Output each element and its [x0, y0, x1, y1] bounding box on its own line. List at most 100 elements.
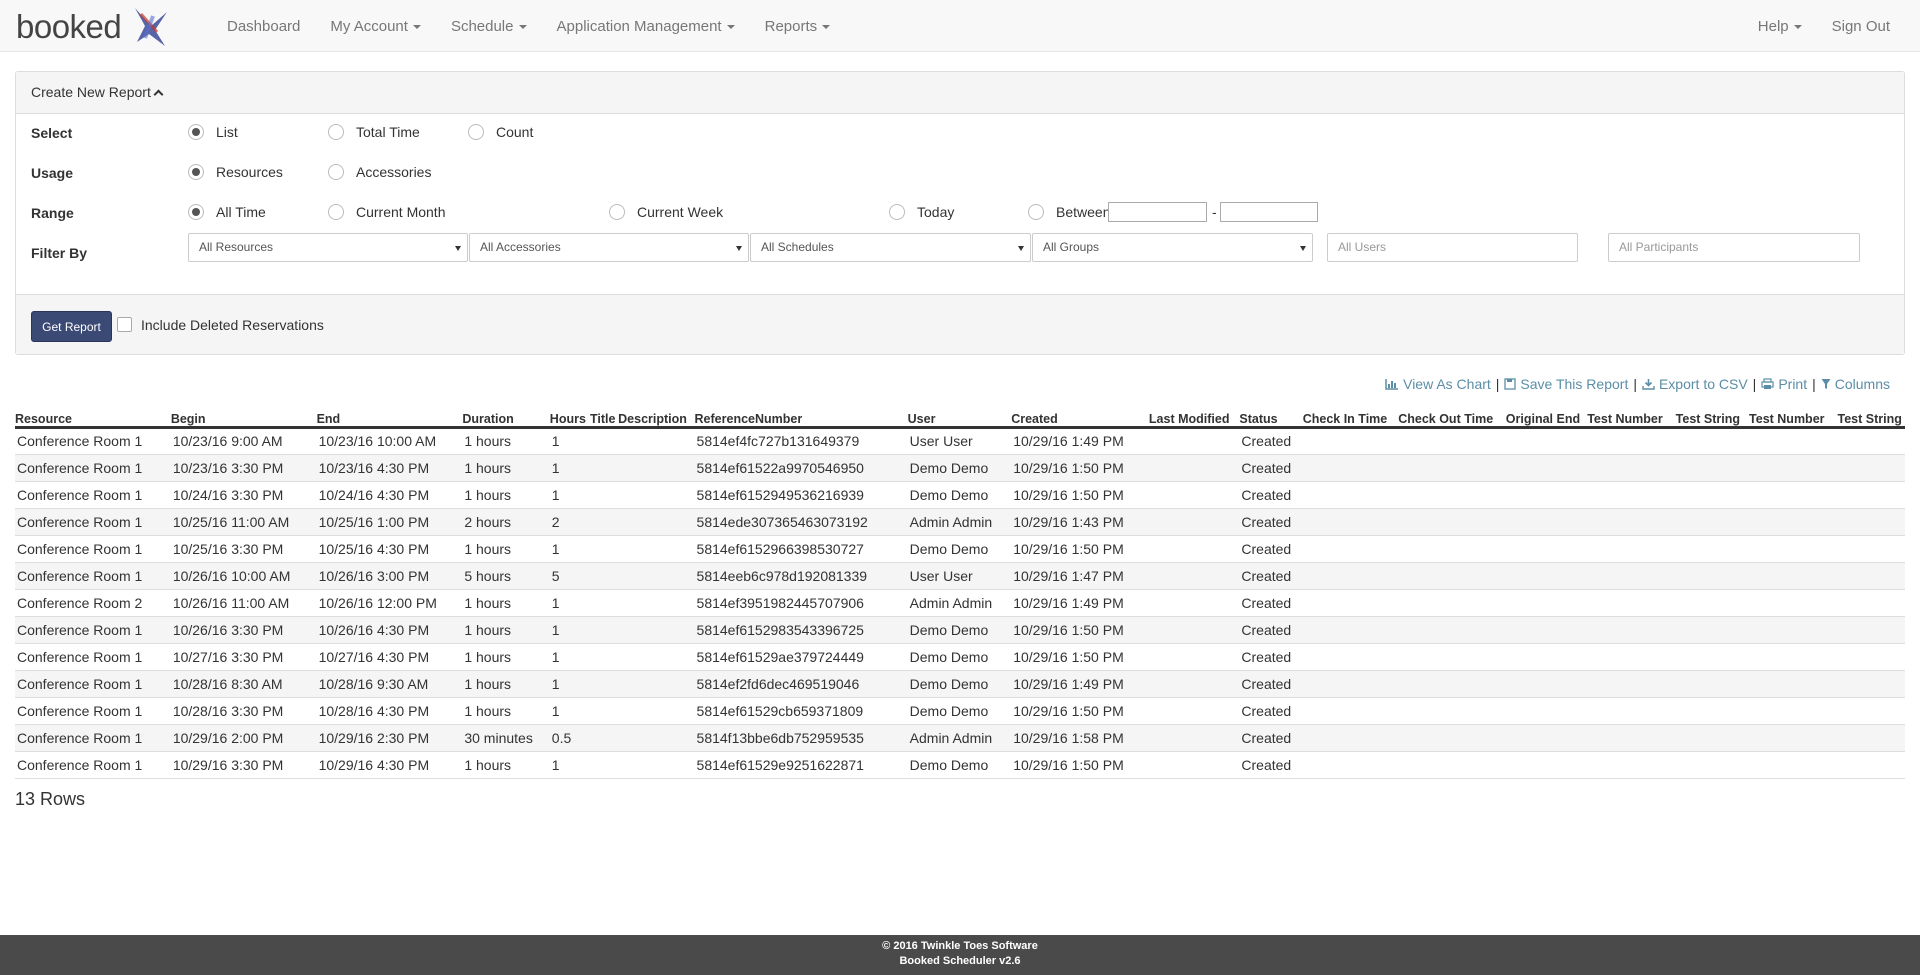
column-header[interactable]: Test String: [1675, 407, 1750, 429]
radio-button-checked[interactable]: [188, 124, 204, 140]
print-link[interactable]: Print: [1761, 376, 1807, 392]
column-header[interactable]: Test Number: [1587, 407, 1676, 429]
table-cell: [1837, 508, 1905, 536]
radio-button-checked[interactable]: [188, 164, 204, 180]
nav-dashboard[interactable]: Dashboard: [212, 18, 315, 35]
column-header[interactable]: Resource: [15, 407, 171, 429]
table-row: Conference Room 1 10/25/16 3:30 PM 10/25/1…: [15, 535, 1905, 563]
radio-list-label: List: [216, 124, 238, 140]
table-cell: [1148, 670, 1240, 698]
schedules-select[interactable]: All Schedules: [750, 233, 1031, 262]
column-header[interactable]: Test String: [1837, 407, 1905, 429]
radio-today[interactable]: Today: [889, 204, 954, 220]
save-report-link[interactable]: Save This Report: [1504, 376, 1628, 392]
column-header[interactable]: Title: [590, 407, 619, 429]
column-header[interactable]: Check In Time: [1302, 407, 1399, 429]
table-cell: [618, 589, 695, 617]
table-cell: 1 hours: [462, 454, 550, 482]
table-header-row: Resource Begin End Duration Hours Title Descri…: [15, 407, 1905, 429]
create-report-heading[interactable]: Create New Report: [16, 72, 1904, 114]
radio-resources[interactable]: Resources: [188, 164, 283, 180]
report-table: Resource Begin End Duration Hours Title Descri…: [15, 407, 1905, 779]
footer-copyright: © 2016 Twinkle Toes Software: [882, 940, 1038, 952]
nav-schedule[interactable]: Schedule: [436, 18, 542, 35]
radio-total-time[interactable]: Total Time: [328, 124, 420, 140]
include-deleted-label: Include Deleted Reservations: [141, 317, 324, 333]
radio-button[interactable]: [468, 124, 484, 140]
table-cell: 1: [549, 670, 590, 698]
column-header[interactable]: Status: [1239, 407, 1303, 429]
view-as-chart-link[interactable]: View As Chart: [1385, 376, 1491, 392]
table-cell: [1148, 481, 1240, 509]
nav-application-management[interactable]: Application Management: [542, 18, 750, 35]
table-cell: [1302, 481, 1399, 509]
range-end-date-input[interactable]: [1220, 202, 1318, 222]
main-nav: Dashboard My Account Schedule Applicatio…: [212, 0, 845, 52]
table-cell: [1675, 589, 1750, 617]
column-header[interactable]: Original End: [1505, 407, 1588, 429]
include-deleted-checkbox[interactable]: [117, 317, 132, 332]
accessories-select[interactable]: All Accessories: [469, 233, 749, 262]
column-header[interactable]: Begin: [170, 407, 317, 429]
radio-button[interactable]: [328, 124, 344, 140]
table-cell: 10/23/16 3:30 PM: [170, 454, 317, 482]
table-cell: 10/24/16 3:30 PM: [170, 481, 317, 509]
radio-button[interactable]: [1028, 204, 1044, 220]
table-cell: [1587, 616, 1676, 644]
column-header[interactable]: Last Modified: [1148, 407, 1240, 429]
export-csv-link[interactable]: Export to CSV: [1642, 376, 1748, 392]
column-header[interactable]: Hours: [549, 407, 590, 429]
columns-link[interactable]: Columns: [1821, 376, 1890, 392]
nav-reports[interactable]: Reports: [750, 18, 846, 35]
table-cell: [1148, 508, 1240, 536]
table-cell: [590, 481, 619, 509]
download-icon: [1642, 379, 1655, 390]
dropdown-arrow-icon: [1018, 246, 1024, 251]
table-cell: Created: [1239, 643, 1303, 671]
table-cell: [1587, 454, 1676, 482]
page-footer: © 2016 Twinkle Toes Software Booked Sche…: [0, 935, 1920, 975]
users-input[interactable]: All Users: [1327, 233, 1578, 262]
table-cell: Conference Room 1: [15, 697, 171, 725]
table-cell: 10/26/16 12:00 PM: [316, 589, 463, 617]
nav-sign-out-label: Sign Out: [1831, 17, 1890, 35]
action-separator: |: [1752, 376, 1757, 392]
table-cell: Created: [1239, 535, 1303, 563]
brand-link[interactable]: booked: [16, 6, 173, 48]
participants-input[interactable]: All Participants: [1608, 233, 1860, 262]
column-header[interactable]: Check Out Time: [1398, 407, 1506, 429]
radio-button[interactable]: [609, 204, 625, 220]
radio-button[interactable]: [889, 204, 905, 220]
table-cell: [1587, 724, 1676, 752]
table-cell: [1505, 535, 1588, 563]
table-cell: [1398, 616, 1506, 644]
column-header[interactable]: Test Number: [1749, 407, 1838, 429]
column-header[interactable]: Duration: [462, 407, 550, 429]
radio-button-checked[interactable]: [188, 204, 204, 220]
column-header[interactable]: ReferenceNumber: [694, 407, 908, 429]
table-cell: [1505, 670, 1588, 698]
get-report-button[interactable]: Get Report: [31, 311, 112, 342]
column-header[interactable]: Created: [1011, 407, 1149, 429]
nav-sign-out[interactable]: Sign Out: [1817, 18, 1905, 35]
radio-current-week[interactable]: Current Week: [609, 204, 723, 220]
nav-my-account[interactable]: My Account: [315, 18, 436, 35]
table-cell: 10/29/16 1:58 PM: [1011, 724, 1149, 752]
nav-help[interactable]: Help: [1743, 18, 1817, 35]
table-cell: [1302, 427, 1399, 455]
range-start-date-input[interactable]: [1108, 202, 1207, 222]
column-header[interactable]: End: [316, 407, 463, 429]
radio-all-time[interactable]: All Time: [188, 204, 266, 220]
resources-select[interactable]: All Resources: [188, 233, 468, 262]
radio-button[interactable]: [328, 204, 344, 220]
radio-button[interactable]: [328, 164, 344, 180]
radio-count[interactable]: Count: [468, 124, 533, 140]
radio-accessories[interactable]: Accessories: [328, 164, 431, 180]
column-header[interactable]: Description: [618, 407, 695, 429]
radio-current-month[interactable]: Current Month: [328, 204, 445, 220]
groups-select[interactable]: All Groups: [1032, 233, 1313, 262]
radio-between[interactable]: Between: [1028, 204, 1110, 220]
table-cell: [1398, 454, 1506, 482]
radio-list[interactable]: List: [188, 124, 238, 140]
column-header[interactable]: User: [907, 407, 1012, 429]
